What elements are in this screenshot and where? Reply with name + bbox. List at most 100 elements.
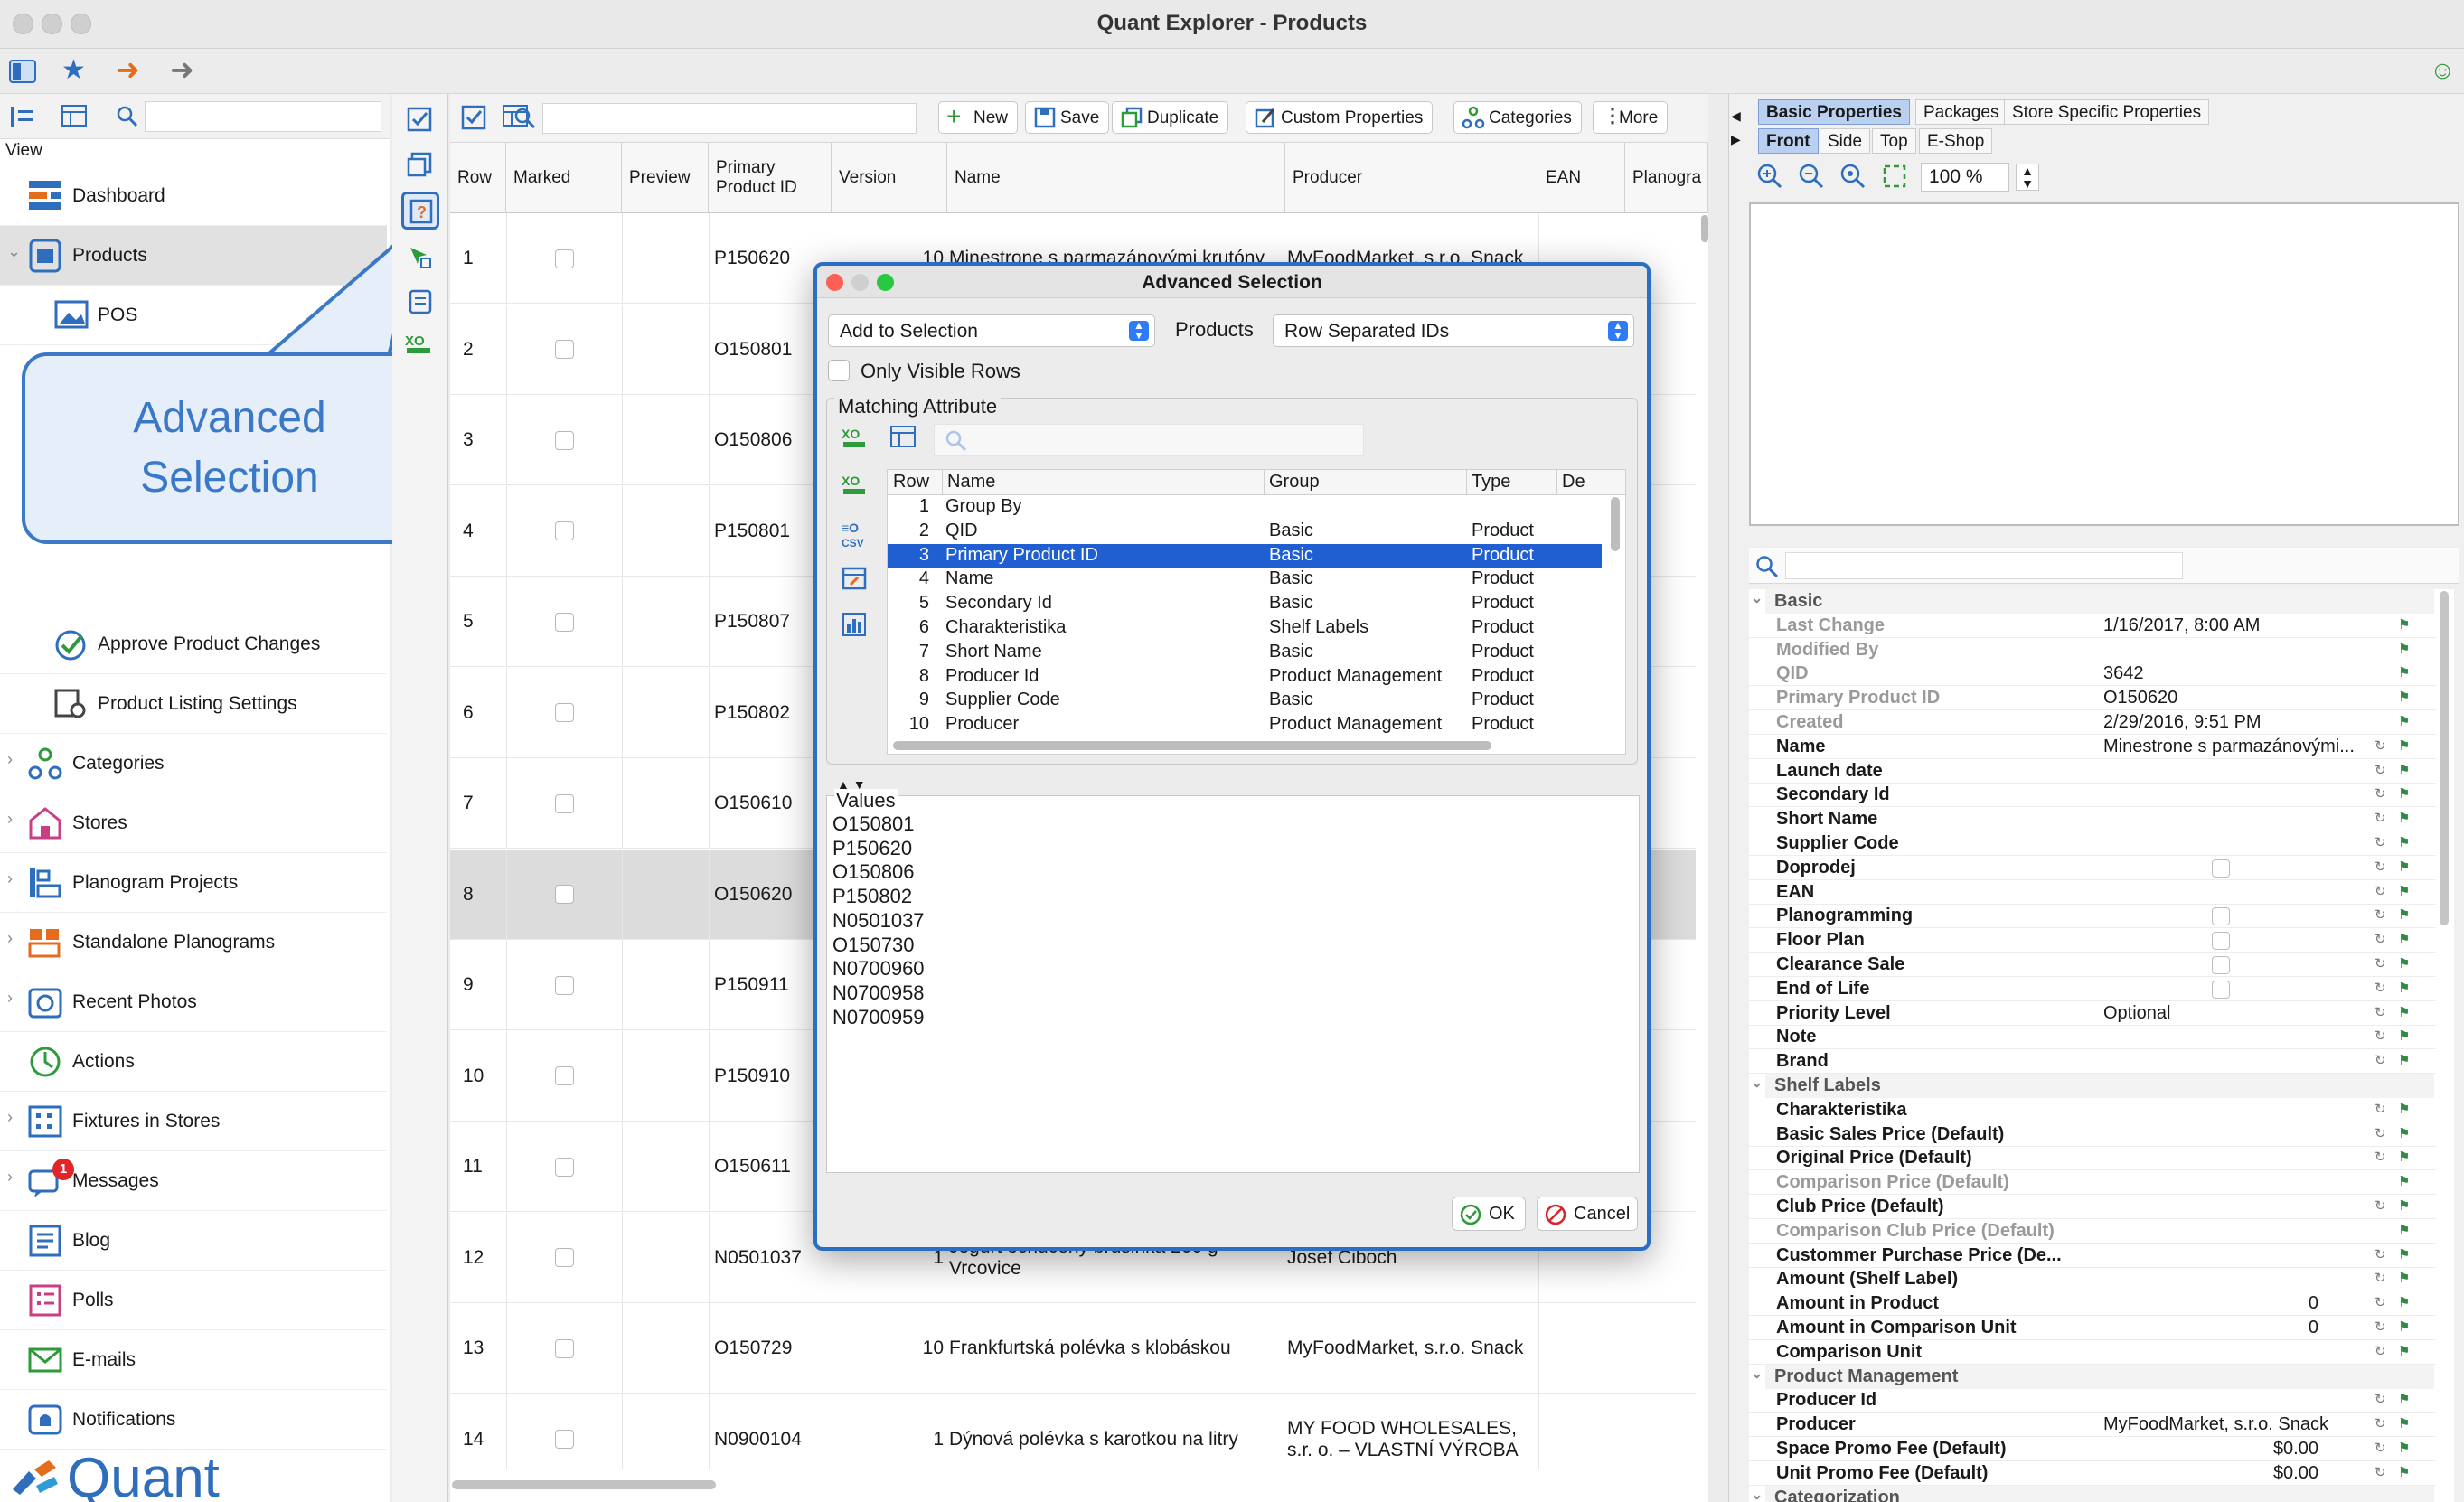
inherit-icon[interactable]: ↻	[2375, 762, 2386, 778]
property-value[interactable]: 3642	[2103, 663, 2144, 684]
property-checkbox[interactable]	[2212, 932, 2230, 951]
inherit-icon[interactable]: ↻	[2375, 1415, 2386, 1432]
property-value[interactable]: MyFoodMarket, s.r.o. Snack	[2103, 1414, 2328, 1435]
sidebar-search-input[interactable]	[145, 101, 381, 132]
edit-flag-icon[interactable]: ⚑	[2398, 1270, 2410, 1286]
inherit-icon[interactable]: ↻	[2375, 1464, 2386, 1480]
property-checkbox[interactable]	[2212, 907, 2230, 926]
marked-checkbox[interactable]	[555, 793, 574, 813]
table-row[interactable]: 13 O150729 10 Frankfurtská polévka s klobás…	[450, 1303, 1696, 1394]
import-table-icon[interactable]	[842, 567, 869, 592]
property-row[interactable]: Charakteristika ↻ ⚑	[1749, 1098, 2436, 1122]
chevron-down-icon[interactable]: ⌄	[7, 242, 21, 261]
property-value[interactable]: 1/16/2017, 8:00 AM	[2103, 615, 2260, 636]
advanced-selection-button[interactable]: ?	[401, 192, 439, 230]
sidebar-item-stores[interactable]: › Stores	[0, 793, 387, 853]
property-value[interactable]: $0.00	[2273, 1439, 2318, 1460]
edit-flag-icon[interactable]: ⚑	[2398, 1415, 2410, 1432]
sidebar-item-fixtures-in-stores[interactable]: › Fixtures in Stores	[0, 1092, 387, 1151]
property-row[interactable]: Created 2/29/2016, 9:51 PM ⚑	[1749, 710, 2436, 735]
property-row[interactable]: Custommer Purchase Price (De... ↻ ⚑	[1749, 1244, 2436, 1268]
edit-flag-icon[interactable]: ⚑	[2398, 883, 2410, 899]
property-row[interactable]: End of Life ↻ ⚑	[1749, 977, 2436, 1001]
inherit-icon[interactable]: ↻	[2375, 737, 2386, 754]
marked-checkbox[interactable]	[555, 430, 574, 450]
zoom-level-field[interactable]: 100 % ▲ ▼	[1921, 163, 2039, 192]
edit-flag-icon[interactable]: ⚑	[2398, 980, 2410, 996]
duplicate-button[interactable]: Duplicate	[1112, 101, 1229, 134]
tab-e-shop[interactable]: E-Shop	[1919, 128, 1993, 154]
property-row[interactable]: Clearance Sale ↻ ⚑	[1749, 953, 2436, 977]
tab-top[interactable]: Top	[1872, 128, 1916, 154]
property-section[interactable]: ⌄ Product Management	[1751, 1364, 2434, 1389]
attribute-row[interactable]: 5 Secondary Id Basic Product	[888, 592, 1602, 616]
attr-col-row[interactable]: Row	[893, 472, 929, 493]
export-excel-icon[interactable]: XO	[405, 331, 436, 356]
chevron-right-icon[interactable]: ›	[7, 750, 13, 769]
property-section[interactable]: ⌄ Categorization	[1751, 1485, 2434, 1502]
categories-button[interactable]: Categories	[1453, 101, 1582, 134]
edit-flag-icon[interactable]: ⚑	[2398, 1464, 2410, 1480]
property-row[interactable]: Amount in Comparison Unit 0 ↻ ⚑	[1749, 1316, 2436, 1340]
inherit-icon[interactable]: ↻	[2375, 1052, 2386, 1068]
property-row[interactable]: Priority Level Optional ↻ ⚑	[1749, 1001, 2436, 1026]
property-row[interactable]: Unit Promo Fee (Default) $0.00 ↻ ⚑	[1749, 1461, 2436, 1486]
table-search-input[interactable]	[542, 103, 917, 134]
zoom-reset-icon[interactable]	[1839, 163, 1867, 190]
property-row[interactable]: Planogramming ↻ ⚑	[1749, 904, 2436, 929]
custom-properties-button[interactable]: Custom Properties	[1246, 101, 1434, 134]
property-checkbox[interactable]	[2212, 956, 2230, 974]
edit-flag-icon[interactable]: ⚑	[2398, 616, 2410, 633]
property-row[interactable]: Short Name ↻ ⚑	[1749, 807, 2436, 832]
property-row[interactable]: Producer MyFoodMarket, s.r.o. Snack ↻ ⚑	[1749, 1413, 2436, 1438]
edit-flag-icon[interactable]: ⚑	[2398, 1028, 2410, 1044]
edit-flag-icon[interactable]: ⚑	[2398, 1125, 2410, 1141]
property-row[interactable]: Name Minestrone s parmazánovými... ↻ ⚑	[1749, 735, 2436, 759]
tab-store-specific-properties[interactable]: Store Specific Properties	[2004, 99, 2210, 125]
attribute-row[interactable]: 9 Supplier Code Basic Product	[888, 689, 1602, 713]
properties-search-input[interactable]	[1785, 552, 2183, 579]
inherit-icon[interactable]: ↻	[2375, 1197, 2386, 1214]
dialog-close-button[interactable]	[826, 274, 843, 291]
property-value[interactable]: O150620	[2103, 688, 2177, 709]
edit-flag-icon[interactable]: ⚑	[2398, 1004, 2410, 1020]
column-header-row[interactable]: Row	[450, 143, 506, 213]
sidebar-item-planogram-projects[interactable]: › Planogram Projects	[0, 853, 387, 913]
back-arrow-icon[interactable]: ➜	[116, 52, 140, 87]
attribute-row[interactable]: 10 Producer Product Management Product	[888, 713, 1602, 737]
property-row[interactable]: EAN ↻ ⚑	[1749, 880, 2436, 905]
property-section[interactable]: ⌄ Basic	[1751, 589, 2434, 614]
edit-flag-icon[interactable]: ⚑	[2398, 785, 2410, 802]
property-value[interactable]: $0.00	[2273, 1463, 2318, 1484]
inherit-icon[interactable]: ↻	[2375, 1294, 2386, 1310]
export-excel-icon[interactable]: XO	[842, 426, 869, 451]
zoom-stepper[interactable]: ▲ ▼	[2016, 164, 2039, 191]
tab-basic-properties[interactable]: Basic Properties	[1758, 99, 1910, 125]
column-header-name[interactable]: Name	[947, 143, 1285, 213]
marked-checkbox[interactable]	[555, 703, 574, 722]
expand-right-arrow-icon[interactable]: ▶	[1731, 132, 1741, 147]
forward-arrow-icon[interactable]: ➜	[170, 52, 194, 87]
column-header-ean[interactable]: EAN	[1538, 143, 1625, 213]
inherit-icon[interactable]: ↻	[2375, 931, 2386, 947]
sidebar-item-messages[interactable]: › 1 Messages	[0, 1151, 387, 1211]
zoom-in-icon[interactable]	[1756, 163, 1783, 190]
sidebar-item-polls[interactable]: Polls	[0, 1271, 387, 1330]
dialog-minimize-button[interactable]	[851, 274, 869, 291]
property-checkbox[interactable]	[2212, 859, 2230, 878]
export-csv-icon[interactable]: ≡O CSV	[842, 520, 869, 549]
edit-flag-icon[interactable]: ⚑	[2398, 1197, 2410, 1214]
inherit-icon[interactable]: ↻	[2375, 1246, 2386, 1263]
edit-flag-icon[interactable]: ⚑	[2398, 737, 2410, 754]
inherit-icon[interactable]: ↻	[2375, 1270, 2386, 1286]
table-row[interactable]: 14 N0900104 1 Dýnová polévka s karotkou na …	[450, 1394, 1696, 1469]
property-value[interactable]: 0	[2309, 1293, 2318, 1314]
sidebar-item-e-mails[interactable]: E-mails	[0, 1330, 387, 1390]
chevron-right-icon[interactable]: ›	[7, 929, 13, 948]
property-row[interactable]: Amount in Product 0 ↻ ⚑	[1749, 1291, 2436, 1317]
attribute-row[interactable]: 8 Producer Id Product Management Product	[888, 665, 1602, 690]
attr-col-group[interactable]: Group	[1269, 472, 1320, 493]
select-all-icon[interactable]	[407, 107, 434, 132]
chevron-right-icon[interactable]: ›	[7, 1168, 13, 1187]
property-row[interactable]: Producer Id ↻ ⚑	[1749, 1388, 2436, 1413]
